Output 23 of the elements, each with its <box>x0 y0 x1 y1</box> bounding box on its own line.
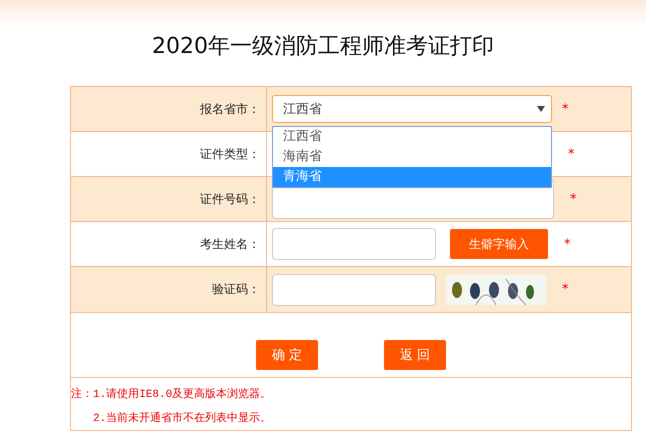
required-mark: * <box>562 282 568 297</box>
required-mark: * <box>568 146 574 162</box>
dropdown-option[interactable]: 青海省 <box>273 167 551 187</box>
input-field[interactable] <box>272 228 436 260</box>
dropdown-option[interactable]: 江西省 <box>273 127 551 147</box>
field-label: 证件号码： <box>200 190 260 208</box>
dropdown-option[interactable]: 海南省 <box>273 147 551 167</box>
field-label: 验证码： <box>212 281 260 298</box>
required-mark: * <box>562 102 568 116</box>
rare-char-button[interactable]: 生僻字输入 <box>450 229 548 259</box>
back-button[interactable]: 返 回 <box>384 340 446 370</box>
page-title: 2020年一级消防工程师准考证打印 <box>152 33 494 61</box>
required-mark: * <box>570 192 576 206</box>
note-text: 注：1.请使用IE8.0及更高版本浏览器。 <box>71 386 272 403</box>
field-label: 证件类型： <box>200 146 260 162</box>
caret-icon <box>537 106 545 112</box>
required-mark: * <box>564 236 570 252</box>
province-select[interactable]: 江西省 <box>272 95 552 123</box>
field-label: 考生姓名： <box>200 236 260 252</box>
field-label: 报名省市： <box>200 100 260 118</box>
confirm-button[interactable]: 确 定 <box>256 340 318 370</box>
note-text: 2.当前未开通省市不在列表中显示。 <box>92 410 272 427</box>
input-field[interactable] <box>272 274 436 306</box>
